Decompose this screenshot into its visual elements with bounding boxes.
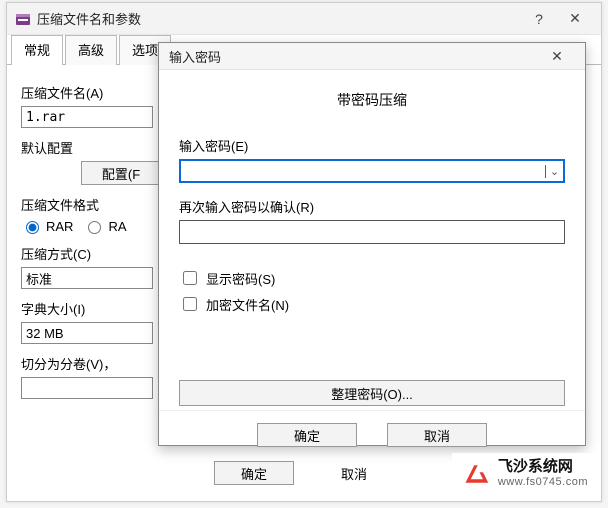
radio-rar4-input[interactable] <box>88 221 101 234</box>
show-password-label: 显示密码(S) <box>206 269 275 288</box>
main-titlebar: 压缩文件名和参数 ? ✕ <box>7 3 601 35</box>
encrypt-names-checkbox[interactable]: 加密文件名(N) <box>179 294 565 314</box>
password-label: 输入密码(E) <box>179 136 565 155</box>
modal-heading: 带密码压缩 <box>179 90 565 110</box>
dict-label: 字典大小(I) <box>21 299 161 318</box>
modal-title: 输入密码 <box>169 47 221 66</box>
password-dialog: 输入密码 ✕ 带密码压缩 输入密码(E) ⌄ 再次输入密码以确认(R) 显示密码… <box>158 42 586 446</box>
close-button[interactable]: ✕ <box>557 6 593 32</box>
radio-rar[interactable]: RAR <box>21 218 73 234</box>
chevron-down-icon[interactable]: ⌄ <box>545 165 563 178</box>
radio-rar-input[interactable] <box>26 221 39 234</box>
method-label: 压缩方式(C) <box>21 244 161 263</box>
show-password-input[interactable] <box>183 271 197 285</box>
radio-rar4-label: RA <box>108 219 126 234</box>
main-title: 压缩文件名和参数 <box>37 9 141 28</box>
modal-cancel-button[interactable]: 取消 <box>387 423 487 447</box>
watermark-name: 飞沙系统网 <box>498 459 588 476</box>
modal-content: 带密码压缩 输入密码(E) ⌄ 再次输入密码以确认(R) 显示密码(S) 加密文… <box>159 70 585 410</box>
watermark-logo-icon <box>462 460 490 488</box>
method-select[interactable] <box>21 267 153 289</box>
rar-icon <box>15 11 31 27</box>
tab-general[interactable]: 常规 <box>11 35 63 65</box>
main-ok-button[interactable]: 确定 <box>214 461 294 485</box>
dict-select[interactable] <box>21 322 153 344</box>
organize-passwords-button[interactable]: 整理密码(O)... <box>179 380 565 406</box>
archive-name-input[interactable] <box>21 106 153 128</box>
modal-ok-button[interactable]: 确定 <box>257 423 357 447</box>
tab-advanced[interactable]: 高级 <box>65 35 117 65</box>
help-button[interactable]: ? <box>521 6 557 32</box>
radio-rar-label: RAR <box>46 219 73 234</box>
split-input[interactable] <box>21 377 153 399</box>
radio-rar4[interactable]: RA <box>83 218 126 234</box>
encrypt-names-label: 加密文件名(N) <box>206 295 289 314</box>
default-profile-label: 默认配置 <box>21 138 161 157</box>
profile-button[interactable]: 配置(F <box>81 161 161 185</box>
modal-titlebar: 输入密码 ✕ <box>159 43 585 70</box>
format-label: 压缩文件格式 <box>21 195 161 214</box>
show-password-checkbox[interactable]: 显示密码(S) <box>179 268 565 288</box>
modal-close-button[interactable]: ✕ <box>539 43 575 69</box>
confirm-password-input[interactable] <box>179 220 565 244</box>
watermark: 飞沙系统网 www.fs0745.com <box>452 453 598 494</box>
watermark-url: www.fs0745.com <box>498 476 588 488</box>
archive-name-label: 压缩文件名(A) <box>21 83 161 102</box>
split-label: 切分为分卷(V)， <box>21 354 161 373</box>
encrypt-names-input[interactable] <box>183 297 197 311</box>
confirm-label: 再次输入密码以确认(R) <box>179 197 565 216</box>
main-cancel-button[interactable]: 取消 <box>314 461 394 485</box>
password-input[interactable]: ⌄ <box>179 159 565 183</box>
watermark-text: 飞沙系统网 www.fs0745.com <box>498 459 588 488</box>
